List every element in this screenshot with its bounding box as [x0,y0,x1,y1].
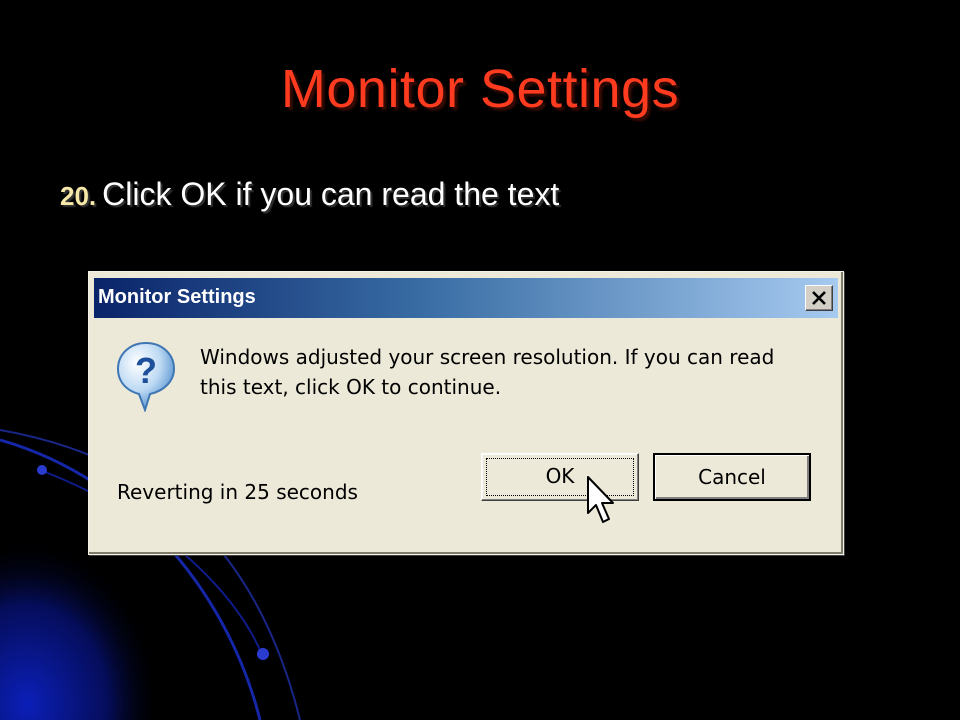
dialog-titlebar[interactable]: Monitor Settings [94,278,838,318]
revert-countdown: Reverting in 25 seconds [117,480,358,504]
cancel-button[interactable]: Cancel [653,453,811,501]
svg-text:?: ? [135,350,157,391]
message-line-2: this text, click OK to continue. [200,375,502,399]
message-line-1: Windows adjusted your screen resolution.… [200,345,775,369]
step-number: 20. [60,181,97,211]
close-icon [812,291,826,305]
step-instruction: 20. Click OK if you can read the text [60,176,559,213]
step-text: Click OK if you can read the text [102,176,560,212]
monitor-settings-dialog: Monitor Settings ? Windows adjusted your… [88,271,844,555]
dialog-title: Monitor Settings [98,286,256,308]
close-button[interactable] [805,285,833,311]
dialog-message: Windows adjusted your screen resolution.… [200,342,820,402]
cancel-button-label: Cancel [698,465,766,489]
question-icon: ? [116,341,176,412]
mouse-cursor-icon [587,476,614,523]
slide-title: Monitor Settings [280,59,680,119]
